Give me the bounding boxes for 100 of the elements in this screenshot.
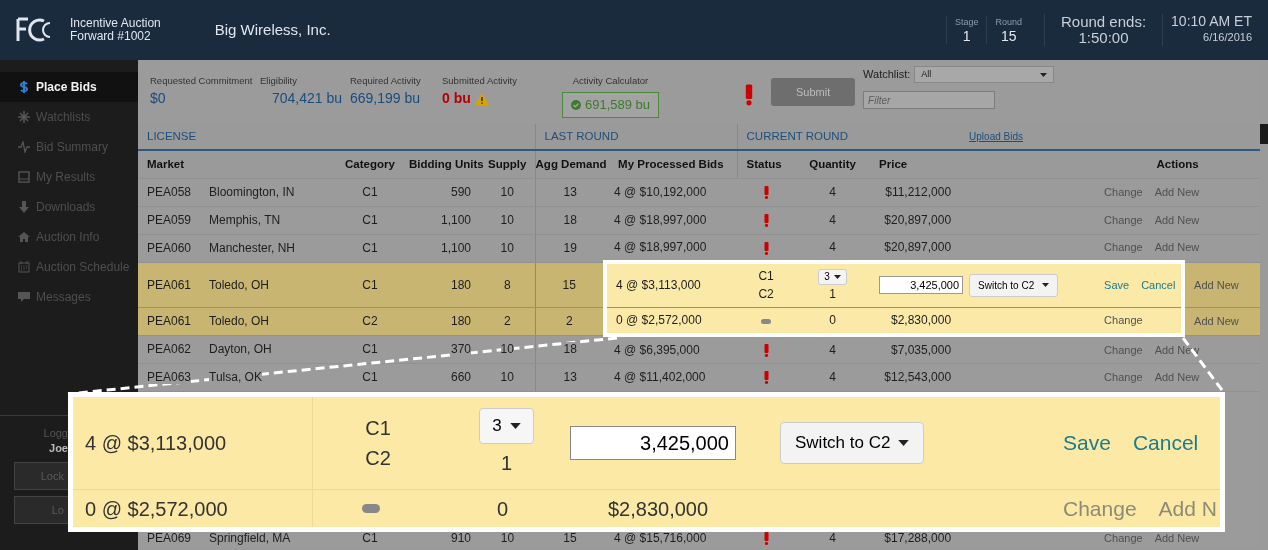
- calendar-icon: [18, 261, 30, 273]
- action-link[interactable]: Change: [1104, 214, 1143, 226]
- action-link[interactable]: Change: [1104, 186, 1143, 198]
- table-cell: 10: [500, 342, 514, 356]
- category-label: C2: [365, 446, 391, 471]
- table-cell: PEA058: [147, 185, 192, 199]
- quantity-dropdown[interactable]: 3: [818, 269, 847, 286]
- action-link[interactable]: Add New: [1154, 532, 1200, 544]
- table-cell: $20,897,000: [884, 213, 952, 227]
- home-icon: [18, 231, 30, 243]
- table-cell: 2: [565, 314, 573, 328]
- watchlist-dropdown[interactable]: All: [914, 66, 1055, 83]
- round-ends-timer: 1:50:00: [1077, 30, 1130, 46]
- table-cell: 0 @ $2,572,000: [616, 313, 702, 328]
- caret-icon: [898, 440, 910, 446]
- table-cell: 10: [500, 213, 514, 227]
- table-cell: C1: [362, 241, 378, 255]
- action-link[interactable]: Save: [1104, 279, 1130, 292]
- column-header: Category: [345, 157, 395, 170]
- action-link[interactable]: Change: [1104, 532, 1143, 544]
- stat-label: Submitted Activity: [442, 74, 518, 88]
- table-cell: Tulsa, OK: [209, 370, 262, 384]
- action-link[interactable]: Change: [1104, 371, 1143, 383]
- action-link[interactable]: Add N: [1158, 492, 1217, 525]
- table-cell: C1: [362, 342, 378, 356]
- table-cell: 4: [829, 370, 836, 384]
- table-cell: 19: [563, 241, 577, 255]
- calculator-value: 691,589 bu: [562, 92, 660, 118]
- sidebar-item[interactable]: Place Bids: [0, 72, 138, 102]
- table-cell: $2,830,000: [891, 313, 952, 328]
- stat-label: Requested Commitment: [150, 74, 254, 88]
- current-date: 6/16/2016: [1202, 30, 1252, 46]
- action-link[interactable]: Add New: [1154, 241, 1200, 254]
- action-link[interactable]: Change: [1104, 241, 1143, 254]
- table-cell: Toledo, OH: [209, 277, 270, 292]
- table-cell: 4: [829, 342, 836, 357]
- price-input[interactable]: 3,425,000: [570, 426, 736, 460]
- action-link[interactable]: Change: [1063, 492, 1137, 525]
- table-cell: Dayton, OH: [209, 342, 272, 356]
- table-cell: C1: [362, 277, 378, 292]
- table-cell: C1: [362, 213, 378, 227]
- table-cell: 370: [450, 342, 471, 356]
- table-cell: 180: [450, 314, 471, 328]
- action-link[interactable]: Cancel: [1141, 279, 1176, 292]
- table-cell: 590: [450, 185, 471, 199]
- column-header: Agg Demand: [535, 157, 607, 170]
- user-name: Joe: [48, 440, 68, 456]
- table-cell: 4 @ $11,402,000: [614, 370, 706, 384]
- table-cell: 4: [829, 185, 836, 199]
- switch-category-button[interactable]: Switch to C2: [780, 422, 925, 464]
- action-link[interactable]: Cancel: [1132, 427, 1199, 459]
- dollar-icon: [18, 81, 30, 93]
- table-cell: 8: [503, 277, 511, 292]
- current-time: 10:10 AM ET: [1171, 14, 1252, 30]
- app-title: Incentive Auction: [70, 17, 161, 30]
- table-cell: 4 @ $3,113,000: [616, 278, 701, 293]
- action-link[interactable]: Add New: [1154, 186, 1200, 198]
- action-link[interactable]: Save: [1063, 427, 1111, 459]
- table-cell: $12,543,000: [884, 370, 952, 384]
- logged-in-label: Logg: [42, 425, 68, 440]
- pulse-icon: [18, 141, 30, 153]
- table-cell: $11,212,000: [885, 185, 952, 199]
- table-cell: 1,100: [440, 213, 471, 227]
- table-cell: PEA061: [147, 314, 192, 328]
- table-cell: C1: [362, 370, 378, 384]
- filter-field[interactable]: Filter: [863, 91, 996, 109]
- price-input[interactable]: 3,425,000: [879, 276, 964, 295]
- warning-icon: [474, 92, 489, 105]
- table-cell: 10: [500, 185, 514, 199]
- watchlist-label: Watchlist:: [863, 67, 911, 83]
- action-link[interactable]: Add New: [1194, 278, 1239, 291]
- quantity-dropdown[interactable]: 3: [479, 408, 534, 444]
- bidder-name: Big Wireless, Inc.: [214, 19, 331, 40]
- auction-name: Forward #1002: [70, 30, 152, 43]
- table-cell: 4 @ $18,997,000: [614, 213, 707, 227]
- chat-icon: [18, 291, 30, 303]
- table-cell: 13: [563, 370, 577, 384]
- table-cell: 15: [562, 277, 576, 292]
- switch-category-button[interactable]: Switch to C2: [969, 273, 1059, 297]
- table-cell: Manchester, NH: [209, 241, 296, 255]
- column-header: Actions: [1156, 157, 1199, 170]
- action-link[interactable]: Add New: [1154, 371, 1200, 383]
- calculator-label: Activity Calculator: [572, 74, 649, 88]
- table-cell: Toledo, OH: [209, 314, 270, 328]
- scrollbar: [1260, 124, 1268, 144]
- action-link[interactable]: Add New: [1154, 214, 1200, 226]
- down-arrow-icon: [18, 201, 30, 213]
- table-cell: Bloomington, IN: [209, 185, 295, 199]
- quantity-value: 1: [500, 450, 513, 476]
- stat-value: $0: [150, 89, 166, 109]
- stat-label: Eligibility: [260, 74, 298, 88]
- stat-value: 0 bu: [442, 89, 471, 109]
- action-link[interactable]: Change: [1104, 343, 1143, 356]
- table-cell: $7,035,000: [891, 342, 952, 357]
- table-cell: PEA062: [147, 342, 192, 356]
- column-header: Quantity: [809, 157, 856, 170]
- table-cell: 2: [503, 314, 511, 328]
- column-group-header: LICENSE: [138, 124, 536, 150]
- upload-bids-link[interactable]: Upload Bids: [969, 130, 1023, 142]
- table-cell: PEA063: [147, 370, 192, 384]
